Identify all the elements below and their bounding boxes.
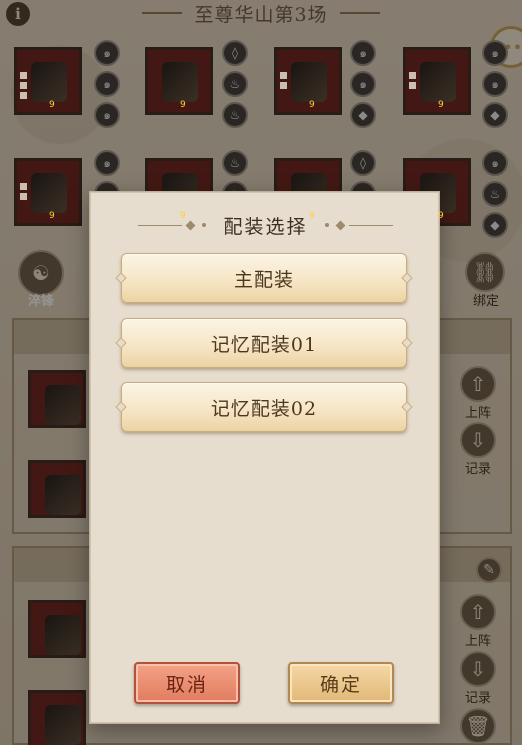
option-memory-loadout-02[interactable]: 记忆配装02 [115, 382, 413, 432]
loadout-select-dialog: 配装选择 主配装 记忆配装01 记忆配装02 取消 确定 [89, 191, 440, 724]
option-label: 记忆配装02 [210, 397, 318, 420]
cancel-button[interactable]: 取消 [134, 662, 240, 704]
slot-marker [20, 72, 27, 79]
button-notch [401, 401, 413, 413]
equip-level: 9 [309, 211, 315, 221]
slot-marker [20, 183, 27, 190]
slot-marker [280, 72, 287, 79]
slot-marker [20, 193, 27, 200]
title-ornament-right [322, 220, 393, 230]
option-label: 主配装 [233, 268, 294, 291]
slot-marker [20, 92, 27, 99]
dialog-title: 配装选择 [223, 215, 308, 238]
equip-level: 9 [49, 100, 55, 110]
dialog-header: 配装选择 [90, 212, 441, 238]
button-notch [115, 272, 127, 284]
slot-marker [409, 72, 416, 79]
equip-level: 9 [180, 211, 186, 221]
option-main-loadout[interactable]: 主配装 [115, 253, 413, 303]
button-notch [401, 272, 413, 284]
equip-level: 9 [438, 211, 444, 221]
game-screen: 至尊华山第3场 i ••• 9 ๑ ๑ ๑ 9 ◊ ♨ ♨ 9 ๑ ๑ ◆ 9 … [0, 0, 522, 745]
equip-level: 9 [180, 100, 186, 110]
slot-marker [20, 82, 27, 89]
confirm-button[interactable]: 确定 [288, 662, 394, 704]
slot-marker [409, 82, 416, 89]
equip-level: 9 [309, 100, 315, 110]
button-notch [115, 401, 127, 413]
button-notch [115, 337, 127, 349]
slot-marker [280, 82, 287, 89]
option-label: 记忆配装01 [210, 333, 318, 356]
option-memory-loadout-01[interactable]: 记忆配装01 [115, 318, 413, 368]
equip-level: 9 [49, 211, 55, 221]
title-ornament-left [138, 220, 209, 230]
equip-level: 9 [438, 100, 444, 110]
button-notch [401, 337, 413, 349]
